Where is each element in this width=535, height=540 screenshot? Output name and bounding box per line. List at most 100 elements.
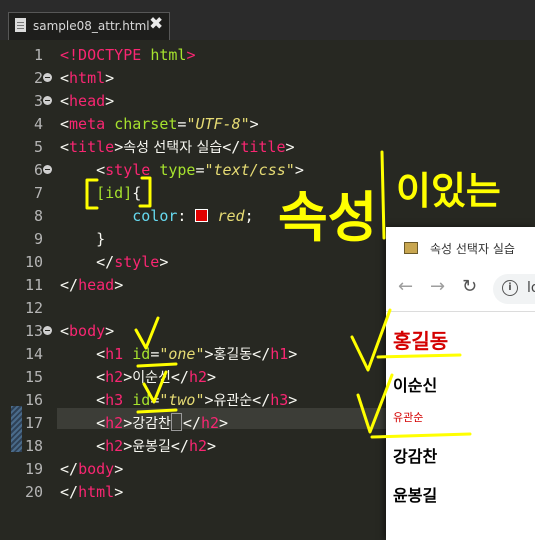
heading-h1-one: 홍길동 [393,329,449,353]
bracket: </ [60,276,79,294]
tag-name: h2 [188,368,208,386]
line-number: 15 [24,368,43,386]
info-icon[interactable]: i [502,280,518,296]
tag-name: head [78,276,115,294]
bracket: > [219,414,229,432]
attr-name: id [132,345,151,363]
close-icon[interactable]: ✖ [149,14,163,34]
tag-name: h2 [188,437,208,455]
bracket: > [123,437,133,455]
colon: : [177,207,196,225]
attr-value: "one" [159,345,205,363]
tag-name: body [78,460,115,478]
line-number: 7 [33,184,43,202]
address-bar[interactable]: i lo [493,274,535,304]
bracket: > [114,138,124,156]
line-number: 16 [24,391,43,409]
bracket: < [60,115,70,133]
bracket: </ [96,253,115,271]
code-line-5: 5 <title>속성 선택자 실습</title> [0,136,535,159]
tag-name: title [69,138,115,156]
bracket: > [294,161,304,179]
code-line-7: 7 [id]{ [0,182,535,205]
bracket: > [207,368,217,386]
bracket: > [123,414,133,432]
equals: = [150,345,160,363]
forward-arrow-icon[interactable]: → [430,276,445,297]
bracket: </ [222,138,241,156]
line-number: 20 [24,483,43,501]
fold-icon[interactable] [43,96,52,105]
attr-value: "two" [159,391,205,409]
bracket: > [105,322,115,340]
browser-toolbar: ← → ↻ i lo [386,267,535,312]
back-arrow-icon[interactable]: ← [398,276,413,297]
tag-name: h2 [200,414,220,432]
tag-name: style [114,253,160,271]
bracket: > [114,276,124,294]
text-content: 속성 선택자 실습 [123,140,223,156]
line-number: 19 [24,460,43,478]
page-favicon-icon [404,242,418,254]
bracket: > [105,69,115,87]
attr-value: "text/css" [204,161,295,179]
code-line-2: 2 <html> [0,67,535,90]
file-icon [15,18,26,32]
bracket: </ [182,414,201,432]
bracket: < [60,138,70,156]
bracket: </ [170,368,189,386]
heading-h2: 이순신 [393,376,438,395]
css-selector: [id] [96,184,133,202]
line-number: 2 [33,69,43,87]
tag-name: h1 [105,345,124,363]
css-property: color [132,207,178,225]
fold-icon[interactable] [43,73,52,82]
semicolon: ; [244,207,254,225]
browser-window: 속성 선택자 실습 ← → ↻ i lo 홍길동 이순신 유관순 강감찬 윤봉길 [386,227,535,540]
bracket: </ [60,483,79,501]
tag-name: h1 [270,345,289,363]
line-number: 11 [24,276,43,294]
fold-icon[interactable] [43,326,52,335]
doctype-open: <!DOCTYPE [60,46,151,64]
tag-name: style [105,161,151,179]
bracket: > [105,92,115,110]
line-number: 5 [33,138,43,156]
browser-tab[interactable]: 속성 선택자 실습 [386,227,535,267]
code-line-1: 1 <!DOCTYPE html> [0,44,535,67]
heading-h2: 윤봉길 [393,486,438,505]
bracket: > [204,345,214,363]
attr-name: type [159,161,196,179]
file-tab[interactable]: sample08_attr.html ✖ [8,12,170,40]
tag-name: h2 [105,414,124,432]
text-content: 이순신 [132,370,171,386]
fold-icon[interactable] [43,165,52,174]
bracket: > [288,391,298,409]
bracket: < [96,345,106,363]
tag-name: meta [69,115,106,133]
line-number: 8 [33,207,43,225]
line-number: 9 [33,230,43,248]
bracket: < [96,414,106,432]
tag-name: h2 [105,368,124,386]
heading-h3-two: 유관순 [393,411,424,424]
bracket: > [114,483,124,501]
bracket: > [123,368,133,386]
tag-name: title [240,138,286,156]
bracket: > [114,460,124,478]
tag-name: body [69,322,106,340]
line-number: 12 [24,299,43,317]
bracket: </ [252,345,271,363]
brace: { [132,184,142,202]
bracket: > [207,437,217,455]
attr-name: charset [114,115,178,133]
line-number: 10 [24,253,43,271]
attr-name: id [132,391,151,409]
reload-icon[interactable]: ↻ [462,276,477,297]
bracket: > [288,345,298,363]
